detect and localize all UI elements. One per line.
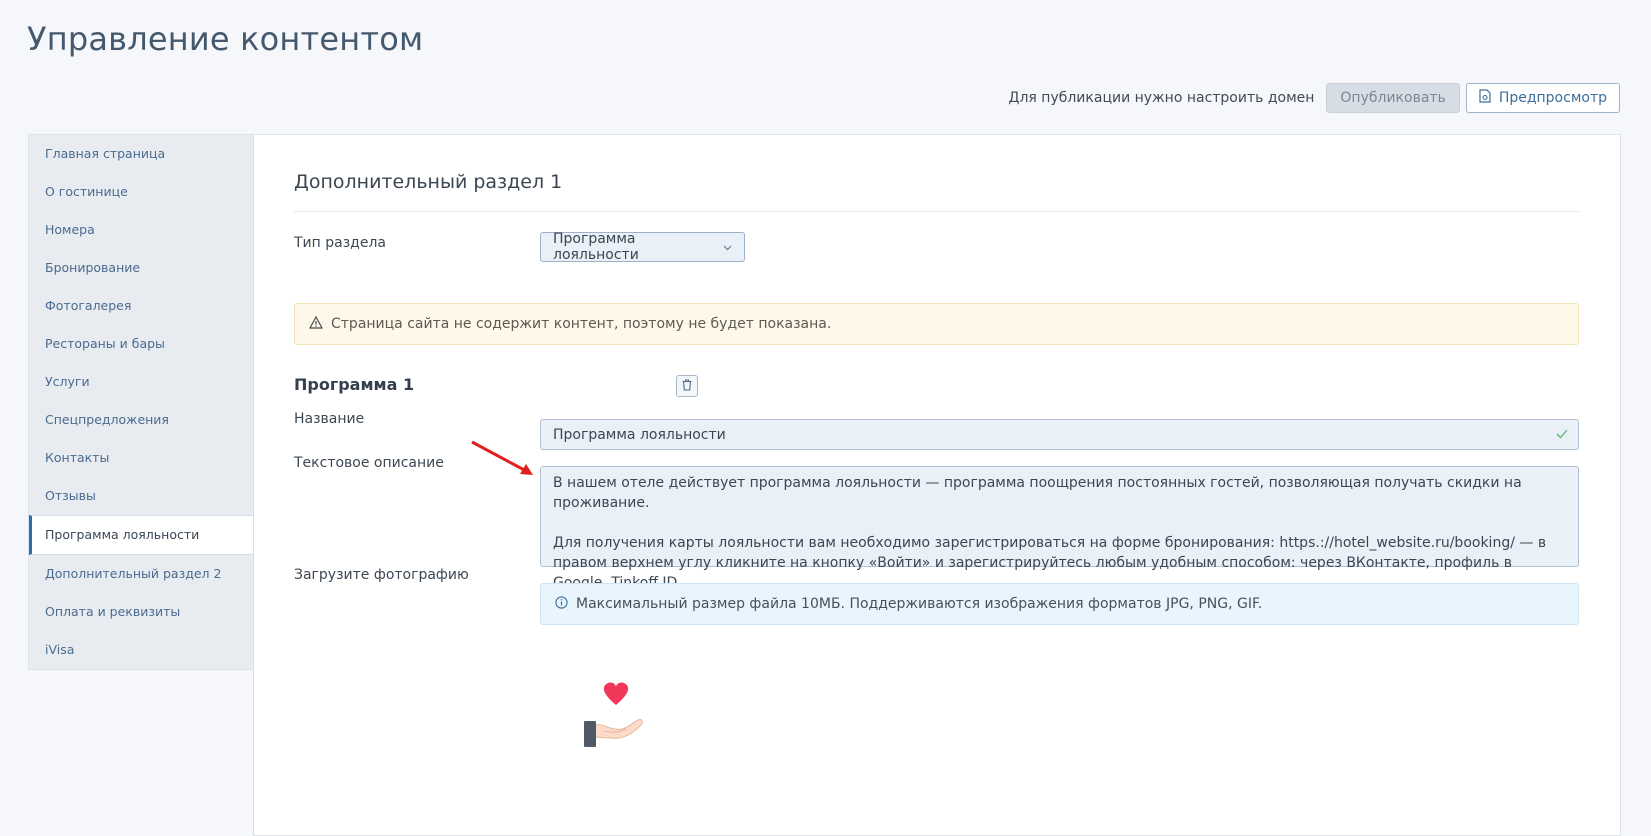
section-type-value: Программа лояльности <box>553 231 639 263</box>
sidebar-item-additional-section-2[interactable]: Дополнительный раздел 2 <box>29 555 254 593</box>
photo-upload-label: Загрузите фотографию <box>294 567 469 583</box>
annotation-arrow-icon <box>471 440 533 475</box>
sidebar-item-contacts[interactable]: Контакты <box>29 439 254 477</box>
description-textarea[interactable]: В нашем отеле действует программа лояльн… <box>540 466 1579 591</box>
section-type-select[interactable]: Программа лояльности <box>540 231 745 263</box>
publish-button[interactable]: Опубликовать <box>1326 83 1460 113</box>
sidebar-item-booking[interactable]: Бронирование <box>29 249 254 287</box>
sidebar-item-ivisa[interactable]: iVisa <box>29 631 254 669</box>
publish-toolbar: Для публикации нужно настроить домен Опу… <box>1009 83 1620 113</box>
sidebar-item-special-offers[interactable]: Спецпредложения <box>29 401 254 439</box>
sidebar-item-loyalty-program[interactable]: Программа лояльности <box>29 515 255 555</box>
description-label: Текстовое описание <box>294 455 444 471</box>
sidebar-item-rooms[interactable]: Номера <box>29 211 254 249</box>
empty-content-warning: Страница сайта не содержит контент, поэт… <box>294 303 1579 345</box>
page-title: Управление контентом <box>27 20 424 58</box>
photo-info-text: Максимальный размер файла 10МБ. Поддержи… <box>576 596 1263 612</box>
sidebar-item-about-hotel[interactable]: О гостинице <box>29 173 254 211</box>
section-heading: Дополнительный раздел 1 <box>294 171 563 193</box>
sidebar-item-reviews[interactable]: Отзывы <box>29 477 254 515</box>
publish-note: Для публикации нужно настроить домен <box>1008 90 1315 106</box>
preview-button[interactable]: Предпросмотр <box>1465 83 1620 113</box>
sidebar-item-gallery[interactable]: Фотогалерея <box>29 287 254 325</box>
trash-icon <box>682 379 692 394</box>
photo-upload-info: Максимальный размер файла 10МБ. Поддержи… <box>540 583 1579 625</box>
sidebar-item-restaurants[interactable]: Рестораны и бары <box>29 325 254 363</box>
sidebar-nav: Главная страница О гостинице Номера Брон… <box>28 134 255 670</box>
check-icon <box>1556 427 1568 443</box>
sidebar-item-main-page[interactable]: Главная страница <box>29 135 254 173</box>
uploaded-photo[interactable] <box>576 673 656 757</box>
content-panel: Дополнительный раздел 1 Тип раздела Прог… <box>253 134 1621 836</box>
section-type-label: Тип раздела <box>294 235 386 251</box>
warning-icon <box>308 315 324 333</box>
program-name-value: Программа лояльности <box>553 426 726 443</box>
program-title: Программа 1 <box>294 375 415 394</box>
program-name-label: Название <box>294 411 365 427</box>
description-paragraph-1: В нашем отеле действует программа лояльн… <box>553 475 1522 511</box>
preview-icon <box>1479 89 1491 107</box>
sidebar-item-services[interactable]: Услуги <box>29 363 254 401</box>
preview-button-label: Предпросмотр <box>1498 90 1607 106</box>
heading-divider <box>294 211 1579 212</box>
chevron-down-icon <box>723 239 732 255</box>
delete-program-button[interactable] <box>676 375 698 397</box>
warning-text: Страница сайта не содержит контент, поэт… <box>331 316 832 332</box>
info-icon <box>555 595 568 613</box>
hand-heart-icon <box>584 682 643 747</box>
sidebar-item-payment[interactable]: Оплата и реквизиты <box>29 593 254 631</box>
program-name-input[interactable]: Программа лояльности <box>540 419 1579 450</box>
